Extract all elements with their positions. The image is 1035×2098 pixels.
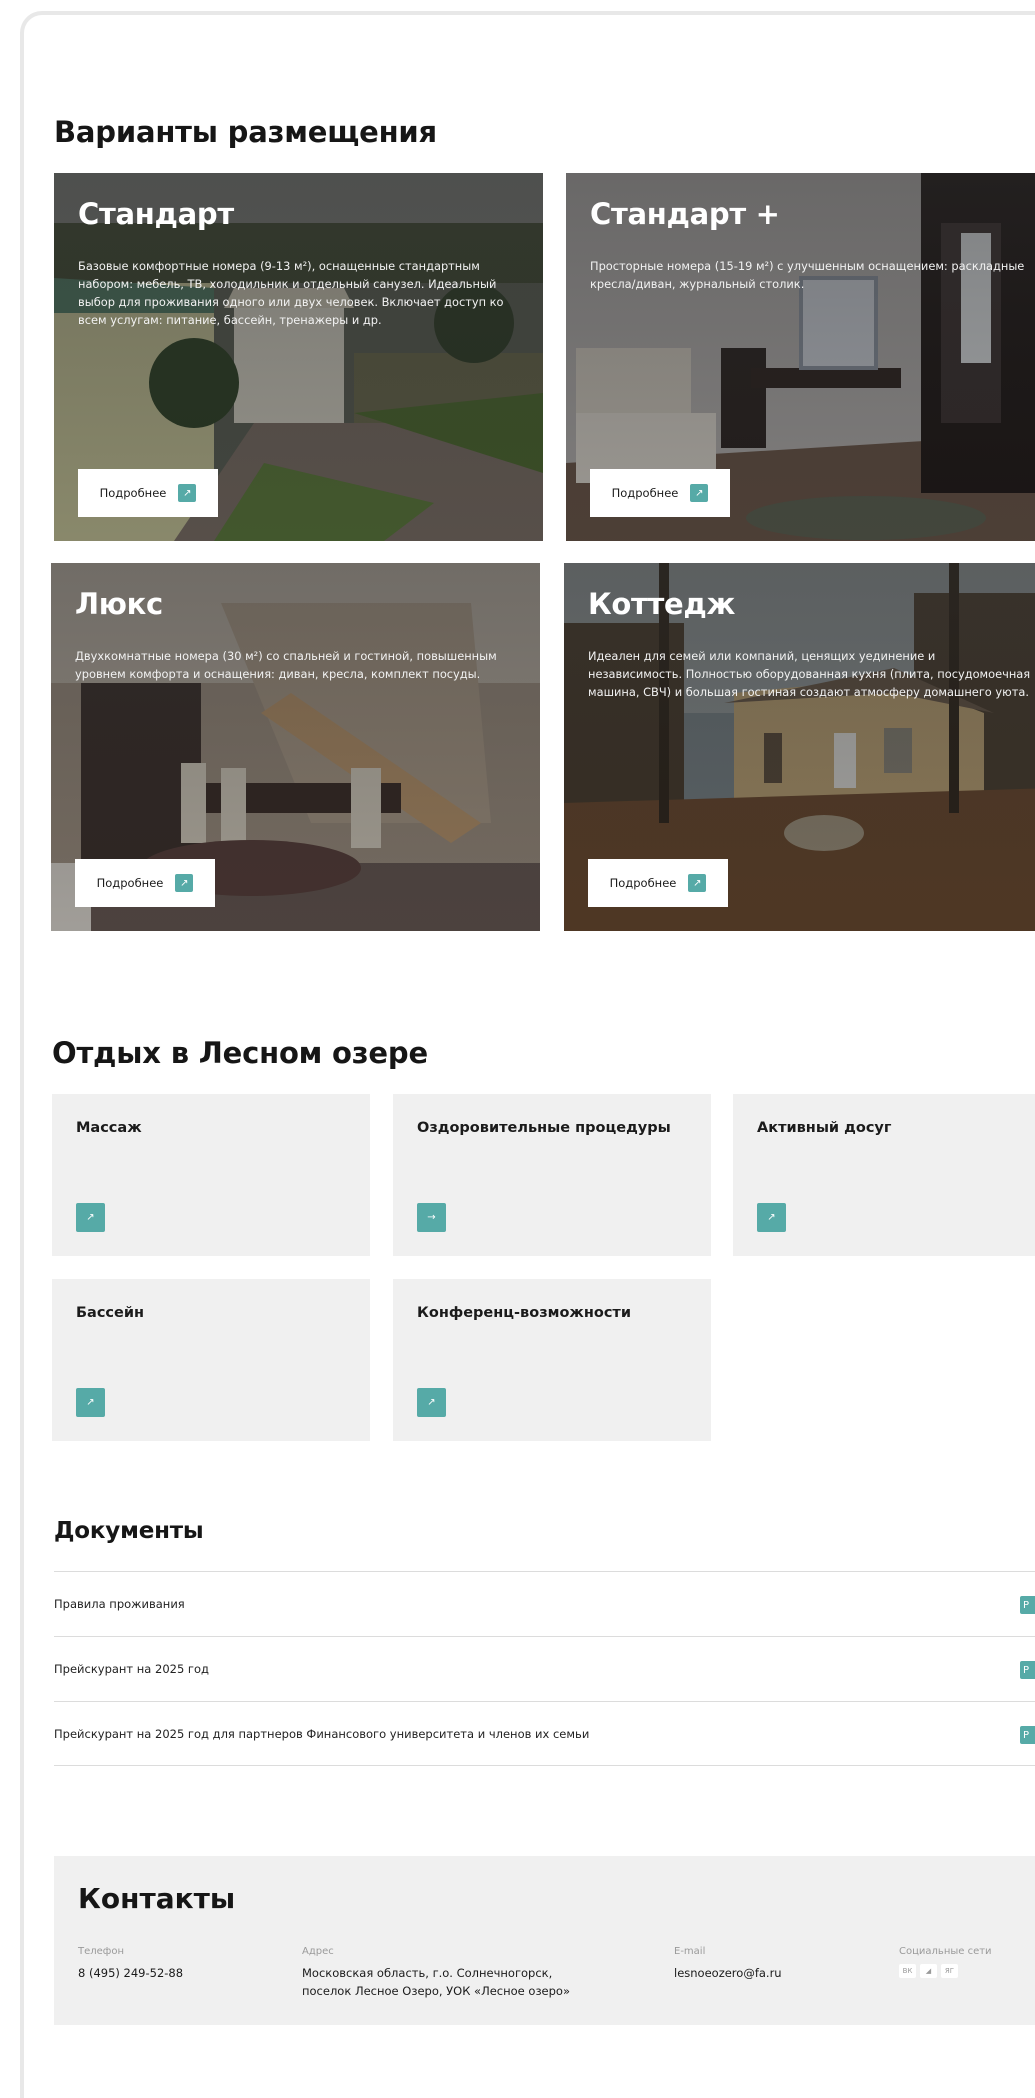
phone-label: Телефон xyxy=(78,1946,125,1957)
email-label: E-mail xyxy=(674,1946,706,1957)
contact-phone: Телефон 8 (495) 249-52-88 xyxy=(78,1946,183,1982)
vk-icon[interactable]: ВК xyxy=(899,1964,916,1978)
arrow-up-right-icon: ↗ xyxy=(757,1203,786,1232)
social-label: Социальные сети xyxy=(899,1946,992,1957)
arrow-up-right-icon: ↗ xyxy=(175,874,194,892)
arrow-up-right-icon: ↗ xyxy=(417,1388,446,1417)
dzen-icon[interactable]: ЯГ xyxy=(941,1964,958,1978)
document-link[interactable]: Прейскурант на 2025 год для партнеров Фи… xyxy=(54,1701,1035,1766)
more-button-label: Подробнее xyxy=(611,486,679,500)
room-card-standard[interactable]: Стандарт Базовые комфортные номера (9-13… xyxy=(54,173,543,541)
room-card-standard-plus[interactable]: Стандарт + Просторные номера (15-19 м²) … xyxy=(566,173,1035,541)
service-card-wellness[interactable]: Оздоровительные процедуры → xyxy=(393,1094,711,1256)
document-name: Правила проживания xyxy=(54,1597,185,1611)
contact-address: Адрес Московская область, г.о. Солнечног… xyxy=(302,1946,570,2000)
email-value[interactable]: lesnoeozero@fa.ru xyxy=(674,1964,782,1982)
arrow-up-right-icon: ↗ xyxy=(688,874,707,892)
arrow-right-icon: → xyxy=(417,1203,446,1232)
document-name: Прейскурант на 2025 год для партнеров Фи… xyxy=(54,1726,590,1741)
document-link[interactable]: Прейскурант на 2025 год P xyxy=(54,1636,1035,1701)
service-title: Бассейн xyxy=(76,1305,145,1321)
leisure-title: Отдых в Лесном озере xyxy=(52,1036,428,1070)
room-description: Базовые комфортные номера (9-13 м²), осн… xyxy=(78,259,504,327)
room-title: Стандарт xyxy=(78,197,234,231)
address-line-1: Московская область, г.о. Солнечногорск, xyxy=(302,1966,553,1980)
room-title: Коттедж xyxy=(588,587,736,621)
room-title: Стандарт + xyxy=(590,197,780,231)
address-line-2: поселок Лесное Озеро, УОК «Лесное озеро» xyxy=(302,1984,571,1998)
service-card-conference[interactable]: Конференц-возможности ↗ xyxy=(393,1279,711,1441)
room-more-button[interactable]: Подробнее ↗ xyxy=(588,859,728,907)
address-label: Адрес xyxy=(302,1946,334,1957)
documents-title: Документы xyxy=(54,1518,204,1544)
telegram-icon[interactable]: ◢ xyxy=(920,1964,937,1978)
document-link[interactable]: Правила проживания P xyxy=(54,1571,1035,1636)
contacts-panel: Контакты Телефон 8 (495) 249-52-88 Адрес… xyxy=(54,1856,1035,2025)
room-title: Люкс xyxy=(75,587,163,621)
documents-list: Правила проживания P Прейскурант на 2025… xyxy=(54,1571,1035,1766)
room-more-button[interactable]: Подробнее ↗ xyxy=(75,859,215,907)
arrow-up-right-icon: ↗ xyxy=(690,484,709,502)
document-badge: P xyxy=(1020,1661,1035,1679)
contact-social: Социальные сети ВК ◢ ЯГ xyxy=(899,1946,992,1978)
contact-email: E-mail lesnoeozero@fa.ru xyxy=(674,1946,782,1982)
service-title: Активный досуг xyxy=(757,1120,892,1136)
contacts-title: Контакты xyxy=(78,1882,236,1915)
more-button-label: Подробнее xyxy=(99,486,167,500)
service-card-pool[interactable]: Бассейн ↗ xyxy=(52,1279,370,1441)
room-more-button[interactable]: Подробнее ↗ xyxy=(78,469,218,517)
room-card-cottage[interactable]: Коттедж Идеален для семей или компаний, … xyxy=(564,563,1035,931)
phone-value[interactable]: 8 (495) 249-52-88 xyxy=(78,1964,183,1982)
room-card-lux[interactable]: Люкс Двухкомнатные номера (30 м²) со спа… xyxy=(51,563,540,931)
document-badge: P xyxy=(1020,1726,1035,1744)
room-more-button[interactable]: Подробнее ↗ xyxy=(590,469,730,517)
service-title: Оздоровительные процедуры xyxy=(417,1120,671,1136)
service-card-activities[interactable]: Активный досуг ↗ xyxy=(733,1094,1035,1256)
arrow-up-right-icon: ↗ xyxy=(76,1203,105,1232)
service-card-massage[interactable]: Массаж ↗ xyxy=(52,1094,370,1256)
room-description: Просторные номера (15-19 м²) с улучшенны… xyxy=(590,259,1025,291)
service-title: Конференц-возможности xyxy=(417,1305,631,1321)
service-title: Массаж xyxy=(76,1120,142,1136)
social-links: ВК ◢ ЯГ xyxy=(899,1964,992,1978)
arrow-up-right-icon: ↗ xyxy=(178,484,197,502)
document-badge: P xyxy=(1020,1596,1035,1614)
more-button-label: Подробнее xyxy=(609,876,677,890)
document-name: Прейскурант на 2025 год xyxy=(54,1662,209,1676)
arrow-up-right-icon: ↗ xyxy=(76,1388,105,1417)
more-button-label: Подробнее xyxy=(96,876,164,890)
accommodation-title: Варианты размещения xyxy=(54,115,437,149)
room-description: Идеален для семей или компаний, ценящих … xyxy=(588,649,1031,699)
room-description: Двухкомнатные номера (30 м²) со спальней… xyxy=(75,649,497,681)
